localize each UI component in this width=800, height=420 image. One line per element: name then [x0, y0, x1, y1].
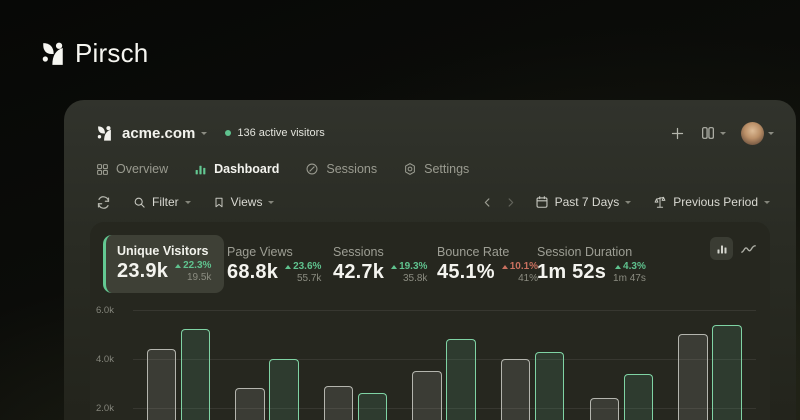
bar-current-period — [446, 339, 476, 420]
chevron-left-icon[interactable] — [481, 196, 494, 209]
gridline — [133, 408, 756, 409]
site-switcher[interactable]: acme.com — [122, 125, 195, 142]
resources-menu[interactable] — [700, 125, 726, 141]
book-icon — [700, 125, 716, 141]
line-chart-toggle[interactable] — [740, 242, 757, 256]
stat-bounce-rate[interactable]: Bounce Rate 45.1% 10.1% 41% — [437, 245, 538, 284]
bar-previous-period — [678, 334, 708, 420]
chevron-right-icon[interactable] — [504, 196, 517, 209]
stat-card-unique-visitors[interactable]: Unique Visitors 23.9k 22.3% 19.5k — [103, 235, 224, 293]
arrow-up-icon — [285, 265, 291, 269]
y-axis-tick-label: 2.0k — [96, 403, 130, 414]
grid-icon — [96, 163, 109, 176]
refresh-icon — [96, 195, 111, 210]
y-axis-tick-label: 4.0k — [96, 354, 130, 365]
bar-previous-period — [147, 349, 177, 420]
chart-plot: 2.0k4.0k6.0k — [133, 300, 756, 420]
change-badge: 22.3% — [175, 260, 211, 271]
change-badge: 4.3% — [615, 261, 646, 272]
arrow-up-icon — [391, 265, 397, 269]
chevron-down-icon — [764, 201, 770, 207]
bar-chart-toggle[interactable] — [710, 237, 733, 260]
previous-value: 1m 47s — [613, 273, 646, 284]
stat-sessions[interactable]: Sessions 42.7k 19.3% 35.8k — [333, 245, 427, 284]
calendar-icon — [535, 195, 549, 209]
bar-current-period — [269, 359, 299, 420]
bar-current-period — [535, 352, 565, 420]
active-visitors: 136 active visitors — [225, 127, 324, 139]
dashboard-panel: acme.com 136 active visitors — [64, 100, 796, 420]
bar-previous-period — [412, 371, 442, 420]
bar-previous-period — [590, 398, 620, 420]
previous-value: 41% — [518, 273, 538, 284]
plus-icon — [670, 126, 685, 141]
chevron-down-icon — [268, 201, 274, 207]
chevron-down-icon — [185, 201, 191, 207]
tab-overview[interactable]: Overview — [96, 162, 168, 176]
bar-chart-icon — [716, 243, 728, 255]
live-dot-icon — [225, 130, 231, 136]
change-badge: 23.6% — [285, 261, 321, 272]
chart-type-toggles — [710, 237, 757, 260]
tab-settings[interactable]: Settings — [403, 162, 469, 176]
stat-session-duration[interactable]: Session Duration 1m 52s 4.3% 1m 47s — [537, 245, 646, 284]
toolbar: Filter Views Past 7 Days — [96, 191, 770, 213]
arrow-up-icon — [615, 265, 621, 269]
pirsch-dashboard-screen: Pirsch acme.com 136 active visitors — [0, 0, 800, 420]
stat-page-views[interactable]: Page Views 68.8k 23.6% 55.7k — [227, 245, 321, 284]
panel-header: acme.com 136 active visitors — [96, 120, 774, 146]
comparison-dropdown[interactable]: Previous Period — [653, 195, 770, 209]
gridline — [133, 359, 756, 360]
arrow-up-icon — [175, 264, 181, 268]
brand-name: Pirsch — [75, 38, 148, 69]
sessions-compass-icon — [305, 162, 319, 176]
metrics-panel: Unique Visitors 23.9k 22.3% 19.5k Page V… — [90, 222, 770, 420]
chevron-down-icon — [625, 201, 631, 207]
previous-value: 19.5k — [187, 272, 211, 283]
bar-current-period — [624, 374, 654, 420]
bar-chart-icon — [194, 163, 207, 176]
change-badge: 19.3% — [391, 261, 427, 272]
y-axis-tick-label: 6.0k — [96, 305, 130, 316]
brand-logo: Pirsch — [40, 38, 148, 69]
tab-dashboard[interactable]: Dashboard — [194, 162, 279, 176]
avatar — [741, 122, 764, 145]
change-badge: 10.1% — [502, 261, 538, 272]
search-icon — [133, 196, 146, 209]
add-button[interactable] — [670, 126, 685, 141]
refresh-button[interactable] — [96, 195, 111, 210]
user-menu[interactable] — [741, 122, 774, 145]
stat-unique-visitors: Unique Visitors 23.9k 22.3% 19.5k — [117, 244, 211, 283]
bar-current-period — [712, 325, 742, 420]
previous-value: 35.8k — [403, 273, 427, 284]
chevron-down-icon — [720, 132, 726, 138]
bar-previous-period — [324, 386, 354, 420]
previous-value: 55.7k — [297, 273, 321, 284]
main-nav: Overview Dashboard Sessions Settings — [96, 162, 469, 176]
gridline — [133, 310, 756, 311]
line-chart-icon — [740, 242, 757, 256]
pirsch-logo-icon-small — [96, 124, 113, 143]
bookmark-icon — [213, 196, 225, 209]
arrow-up-icon — [502, 265, 508, 269]
bar-current-period — [181, 329, 211, 420]
chevron-down-icon — [768, 132, 774, 138]
pirsch-logo-icon — [40, 40, 66, 68]
date-range-dropdown[interactable]: Past 7 Days — [535, 195, 632, 209]
tab-sessions[interactable]: Sessions — [305, 162, 377, 176]
filter-dropdown[interactable]: Filter — [133, 195, 191, 209]
chevron-down-icon[interactable] — [201, 132, 207, 138]
views-dropdown[interactable]: Views — [213, 195, 275, 209]
settings-gear-icon — [403, 162, 417, 176]
scale-balance-icon — [653, 195, 667, 209]
bar-previous-period — [501, 359, 531, 420]
bar-previous-period — [235, 388, 265, 420]
bar-current-period — [358, 393, 388, 420]
